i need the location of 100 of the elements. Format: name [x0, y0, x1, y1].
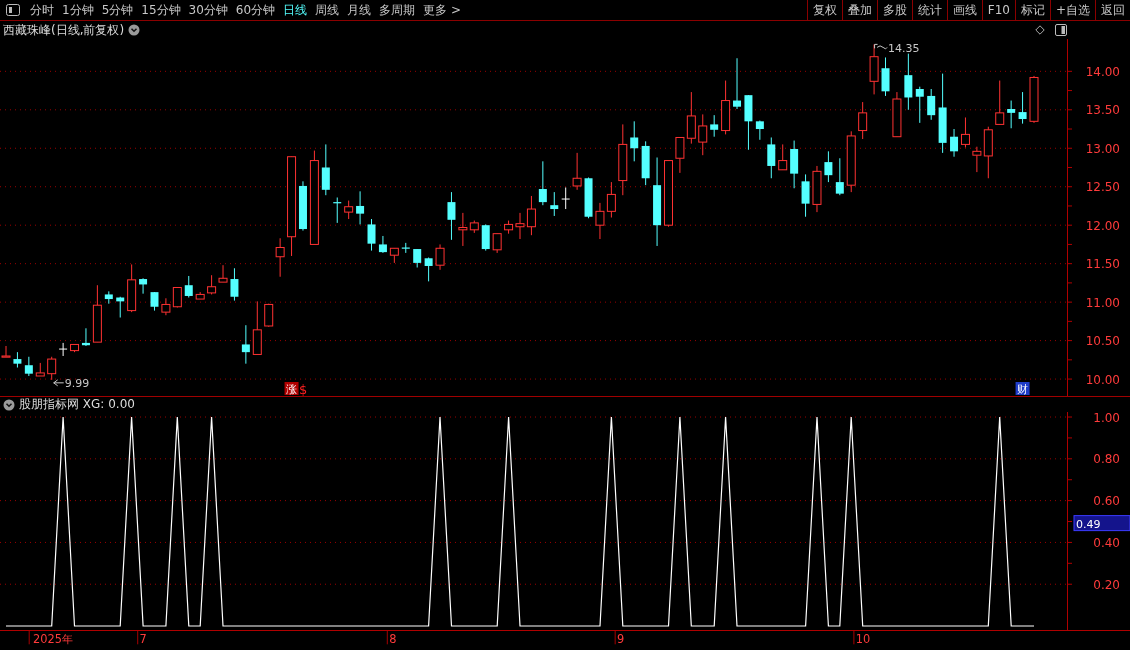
- period-tab[interactable]: 日线: [279, 1, 312, 19]
- date-label: 10: [855, 632, 871, 647]
- period-tab[interactable]: 5分钟: [97, 1, 138, 19]
- candlestick: [356, 190, 365, 225]
- candlestick: [721, 80, 731, 135]
- period-tab[interactable]: 更多 >: [419, 1, 465, 19]
- candlestick: [858, 101, 868, 140]
- candlestick: [172, 287, 182, 308]
- toolbar-button[interactable]: F10: [981, 0, 1015, 20]
- toolbar-button[interactable]: 复权: [806, 0, 842, 20]
- annotation: 14.35: [888, 42, 920, 56]
- candlestick: [367, 218, 376, 252]
- candlestick: [698, 113, 708, 156]
- candlestick: [892, 91, 902, 138]
- event-badge[interactable]: 涨: [284, 382, 299, 396]
- candlestick: [630, 120, 639, 162]
- axis-label: 10.00: [1085, 372, 1120, 387]
- period-tab[interactable]: 15分钟: [137, 1, 185, 19]
- candlestick: [24, 356, 33, 377]
- dropdown-icon[interactable]: [128, 24, 141, 36]
- candlestick: [641, 140, 650, 186]
- toolbar-button[interactable]: 返回: [1095, 0, 1130, 20]
- candlestick: [241, 324, 250, 365]
- candlestick: [344, 200, 354, 220]
- candlestick: [606, 181, 616, 218]
- candlestick: [1029, 75, 1039, 124]
- high-price-label: 14.35: [874, 42, 920, 56]
- candlestick: [207, 274, 217, 295]
- candlestick: [401, 242, 410, 254]
- event-badge[interactable]: 财: [1015, 382, 1030, 396]
- candlestick: [252, 300, 262, 355]
- candlestick: [733, 57, 741, 110]
- candlestick: [275, 237, 285, 278]
- candlestick: [230, 267, 239, 302]
- panel-toggle-icon[interactable]: [6, 4, 20, 16]
- axis-label: 14.00: [1085, 64, 1120, 79]
- axis-label: 13.50: [1085, 103, 1120, 118]
- candlestick: [447, 191, 456, 241]
- candlestick: [150, 291, 159, 312]
- candlestick: [790, 140, 799, 189]
- panel-icon[interactable]: [1055, 24, 1067, 36]
- candlestick: [915, 86, 924, 124]
- candlestick: [538, 160, 547, 206]
- candlestick: [881, 56, 890, 97]
- low-price-label: 9.99: [53, 376, 90, 390]
- candlestick: [744, 94, 753, 151]
- candlestick: [389, 247, 399, 264]
- axis-label: 1.00: [1093, 412, 1120, 425]
- candlestick: [755, 120, 764, 141]
- candlestick: [481, 223, 490, 252]
- toolbar-button[interactable]: 多股: [876, 0, 912, 20]
- candlestick: [710, 114, 719, 138]
- axis-label: 12.50: [1085, 180, 1120, 195]
- date-label: 9: [617, 632, 625, 647]
- period-tab[interactable]: 多周期: [375, 1, 420, 19]
- toolbar-button[interactable]: 画线: [946, 0, 982, 20]
- period-tab[interactable]: 月线: [343, 1, 376, 19]
- candlestick: [195, 291, 205, 300]
- candlestick: [595, 202, 605, 240]
- period-tab[interactable]: 30分钟: [184, 1, 232, 19]
- candlestick: [801, 173, 810, 218]
- axis-label: 0.80: [1093, 452, 1120, 467]
- candlestick: [1007, 100, 1016, 129]
- axis-label: 10.50: [1085, 334, 1120, 349]
- axis-label: 13.00: [1085, 141, 1120, 156]
- axis-label: 0.60: [1093, 494, 1120, 509]
- axis-label: 11.00: [1085, 295, 1120, 310]
- period-tab[interactable]: 60分钟: [231, 1, 280, 19]
- period-tab[interactable]: 1分钟: [58, 1, 98, 19]
- candlestick: [846, 130, 856, 193]
- candlestick: [960, 117, 970, 148]
- axis-label: 12.00: [1085, 218, 1120, 233]
- candlestick: [995, 80, 1005, 125]
- indicator-title: 股朋指标网 XG: 0.00: [19, 396, 135, 413]
- candlestick: [904, 53, 913, 111]
- candlestick: [550, 191, 559, 217]
- toolbar-button[interactable]: 统计: [911, 0, 947, 20]
- dropdown-icon[interactable]: [3, 398, 15, 411]
- candlestick: [116, 296, 125, 318]
- candlestick: [584, 177, 593, 219]
- toolbar-button[interactable]: 叠加: [841, 0, 877, 20]
- candlestick: [139, 277, 148, 295]
- candlestick: [435, 243, 445, 271]
- candlestick: [778, 143, 788, 171]
- candlestick: [299, 180, 307, 232]
- candlestick: [812, 165, 822, 213]
- period-tab[interactable]: 分时: [26, 1, 58, 19]
- candlestick: [824, 150, 833, 183]
- candlestick: [869, 43, 879, 95]
- diamond-icon[interactable]: [1035, 25, 1045, 35]
- candlestick: [378, 235, 387, 254]
- candlestick: [13, 351, 22, 369]
- toolbar-button[interactable]: +自选: [1049, 0, 1095, 20]
- candlestick: [835, 157, 844, 196]
- candlestick: [218, 264, 228, 283]
- toolbar-button[interactable]: 标记: [1014, 0, 1050, 20]
- candlestick: [92, 284, 102, 343]
- period-tab[interactable]: 周线: [311, 1, 344, 19]
- candlestick: [184, 275, 193, 298]
- event-marker[interactable]: $: [299, 382, 308, 396]
